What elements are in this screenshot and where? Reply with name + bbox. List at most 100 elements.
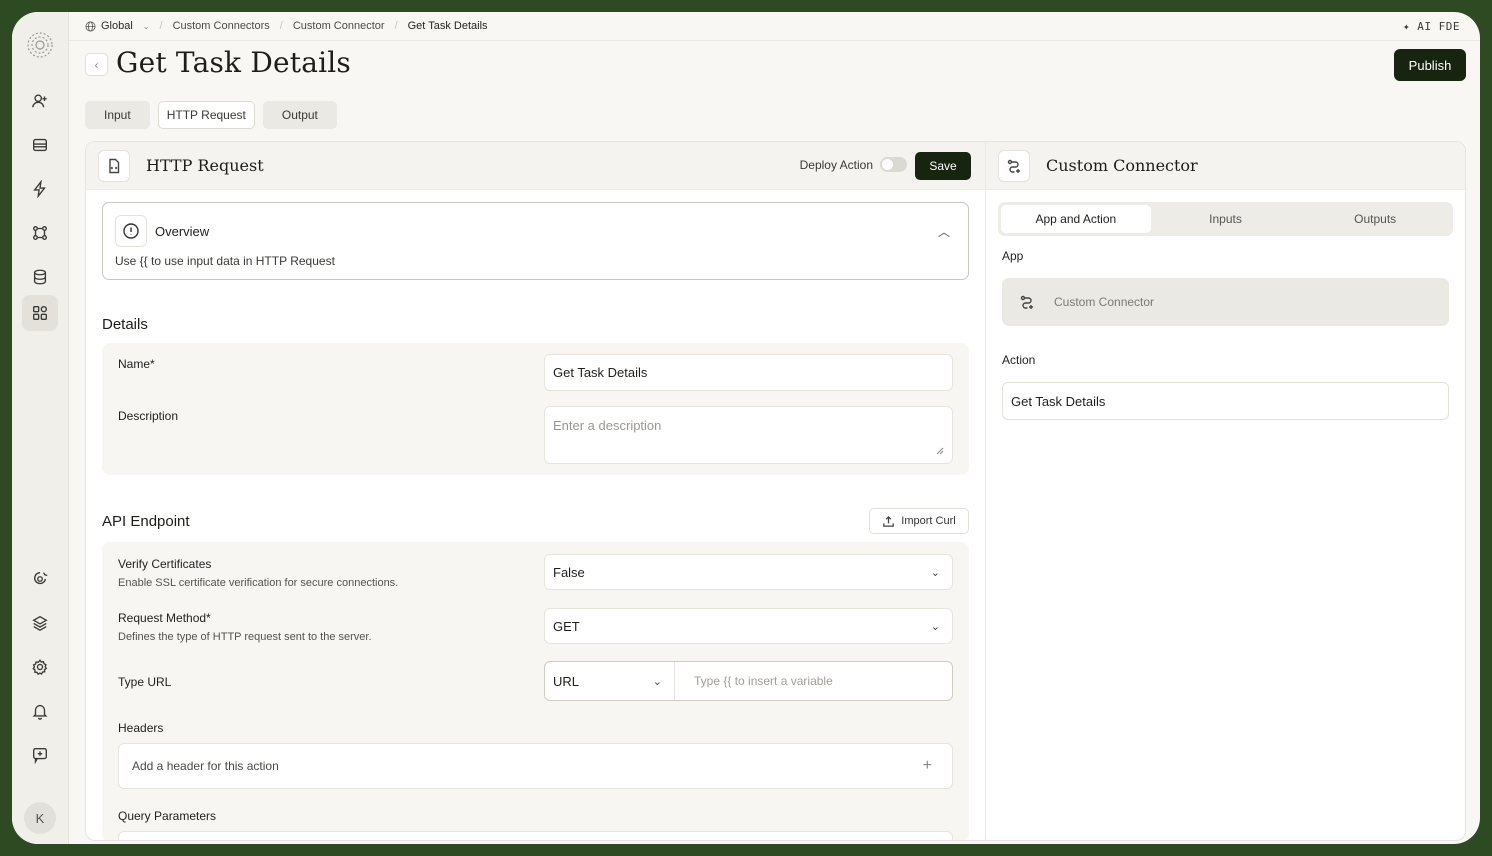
- url-type-select[interactable]: URL ⌄: [545, 662, 675, 700]
- app-value: Custom Connector: [1054, 295, 1155, 309]
- connector-tabs: App and Action Inputs Outputs: [998, 202, 1453, 236]
- chevron-down-icon: ⌄: [930, 566, 940, 579]
- page-title: Get Task Details: [116, 46, 351, 79]
- deploy-action: Deploy Action: [800, 157, 907, 172]
- name-value: Get Task Details: [553, 365, 648, 380]
- bell-icon[interactable]: [22, 693, 58, 729]
- headers-placeholder: Add a header for this action: [132, 759, 279, 773]
- chevron-down-icon: ⌄: [142, 21, 150, 31]
- overview-title: Overview: [155, 224, 210, 239]
- lightning-icon[interactable]: [22, 171, 58, 207]
- tab-app-and-action[interactable]: App and Action: [1001, 205, 1151, 233]
- overview-text: Use {{ to use input data in HTTP Request: [115, 254, 335, 268]
- feedback-icon[interactable]: [22, 737, 58, 773]
- description-label: Description: [118, 409, 179, 423]
- breadcrumb-item-global[interactable]: Global ⌄: [85, 20, 150, 32]
- api-endpoint-section: Verify Certificates Enable SSL certifica…: [102, 542, 969, 840]
- sidebar: K: [12, 12, 69, 844]
- main-card: HTTP Request Deploy Action Save Overview…: [85, 141, 1466, 841]
- database-icon[interactable]: [22, 259, 58, 295]
- chevron-left-icon: ‹: [94, 57, 99, 72]
- deploy-label: Deploy Action: [799, 157, 873, 172]
- chevron-up-icon[interactable]: ︿: [938, 223, 950, 240]
- plus-icon[interactable]: +: [923, 757, 932, 775]
- chevron-down-icon: ⌄: [930, 620, 940, 633]
- verify-value: False: [553, 564, 585, 580]
- verify-sub: Enable SSL certificate verification for …: [118, 577, 399, 589]
- method-value: GET: [553, 618, 580, 634]
- url-type-value: URL: [553, 673, 580, 689]
- action-select[interactable]: Get Task Details: [1002, 382, 1449, 420]
- tab-input[interactable]: Input: [85, 101, 150, 129]
- inbox-icon[interactable]: [22, 127, 58, 163]
- breadcrumb-item-custom-connectors[interactable]: Custom Connectors: [173, 20, 270, 32]
- tab-http-request[interactable]: HTTP Request: [157, 101, 255, 129]
- apps-icon[interactable]: [22, 295, 58, 331]
- breadcrumb-label: Global: [101, 20, 133, 32]
- logo-icon[interactable]: [25, 30, 55, 60]
- user-plus-icon[interactable]: [22, 83, 58, 119]
- method-label: Request Method*: [118, 611, 211, 625]
- verify-select[interactable]: False ⌄: [544, 554, 953, 590]
- custom-connector-panel: Custom Connector App and Action Inputs O…: [985, 142, 1465, 840]
- app-label: App: [1002, 249, 1024, 263]
- breadcrumb-label: Custom Connector: [292, 20, 385, 32]
- upload-icon: [883, 515, 895, 527]
- details-title: Details: [102, 316, 148, 333]
- brain-icon[interactable]: [22, 561, 58, 597]
- headers-input[interactable]: Add a header for this action +: [118, 743, 953, 789]
- http-request-panel: HTTP Request Deploy Action Save Overview…: [86, 142, 985, 840]
- breadcrumb: Global ⌄ / Custom Connectors / Custom Co…: [69, 12, 1480, 41]
- description-field[interactable]: Enter a description: [544, 406, 953, 464]
- url-input[interactable]: Type {{ to insert a variable: [675, 674, 833, 688]
- details-section: Name* Get Task Details Description Enter…: [102, 343, 969, 475]
- file-code-icon: [98, 149, 130, 182]
- verify-label: Verify Certificates: [118, 557, 212, 571]
- overview-card: Overview ︿ Use {{ to use input data in H…: [102, 202, 969, 280]
- breadcrumb-item-current: Get Task Details: [408, 20, 488, 32]
- api-endpoint-header: API Endpoint Import Curl: [102, 508, 969, 534]
- avatar[interactable]: K: [24, 802, 56, 834]
- import-curl-label: Import Curl: [901, 515, 956, 527]
- url-label: Type URL: [118, 675, 172, 689]
- form-area: Overview ︿ Use {{ to use input data in H…: [102, 202, 969, 840]
- publish-button[interactable]: Publish: [1394, 49, 1466, 81]
- deploy-toggle[interactable]: [880, 157, 907, 172]
- description-placeholder: Enter a description: [553, 418, 662, 433]
- settings-icon[interactable]: [22, 649, 58, 685]
- name-input[interactable]: Get Task Details: [544, 354, 953, 391]
- save-button[interactable]: Save: [915, 152, 971, 180]
- ai-fde-button[interactable]: ✦ AI FDE: [1403, 20, 1460, 33]
- import-curl-button[interactable]: Import Curl: [869, 508, 969, 534]
- breadcrumb-item-custom-connector[interactable]: Custom Connector: [293, 20, 385, 32]
- headers-label: Headers: [118, 721, 164, 735]
- app-select[interactable]: Custom Connector: [1002, 278, 1449, 326]
- app-window: K Global ⌄ / Custom Connectors / Custom …: [12, 12, 1480, 844]
- breadcrumb-label: Get Task Details: [407, 20, 488, 32]
- tab-output[interactable]: Output: [262, 101, 337, 129]
- tab-inputs[interactable]: Inputs: [1151, 205, 1301, 233]
- query-params-input[interactable]: [118, 831, 953, 840]
- tab-bar: Input HTTP Request Output: [85, 101, 337, 129]
- method-select[interactable]: GET ⌄: [544, 608, 953, 644]
- chevron-down-icon: ⌄: [652, 675, 662, 688]
- connector-icon: [998, 149, 1030, 182]
- action-value: Get Task Details: [1011, 393, 1106, 409]
- breadcrumb-separator: /: [279, 20, 283, 32]
- resize-handle-icon[interactable]: [936, 447, 944, 455]
- url-placeholder: Type {{ to insert a variable: [694, 674, 833, 688]
- tab-outputs[interactable]: Outputs: [1300, 205, 1450, 233]
- api-endpoint-title: API Endpoint: [102, 513, 190, 530]
- back-button[interactable]: ‹: [85, 53, 108, 76]
- layers-icon[interactable]: [22, 605, 58, 641]
- query-label: Query Parameters: [118, 809, 217, 823]
- avatar-initial: K: [35, 810, 45, 826]
- workflow-icon[interactable]: [22, 215, 58, 251]
- connector-icon: [1016, 291, 1038, 313]
- url-field: URL ⌄ Type {{ to insert a variable: [544, 661, 953, 701]
- panel-title: Custom Connector: [1046, 156, 1198, 175]
- breadcrumb-separator: /: [159, 20, 163, 32]
- method-sub: Defines the type of HTTP request sent to…: [118, 631, 372, 643]
- name-label: Name*: [118, 357, 155, 371]
- action-label: Action: [1002, 353, 1036, 367]
